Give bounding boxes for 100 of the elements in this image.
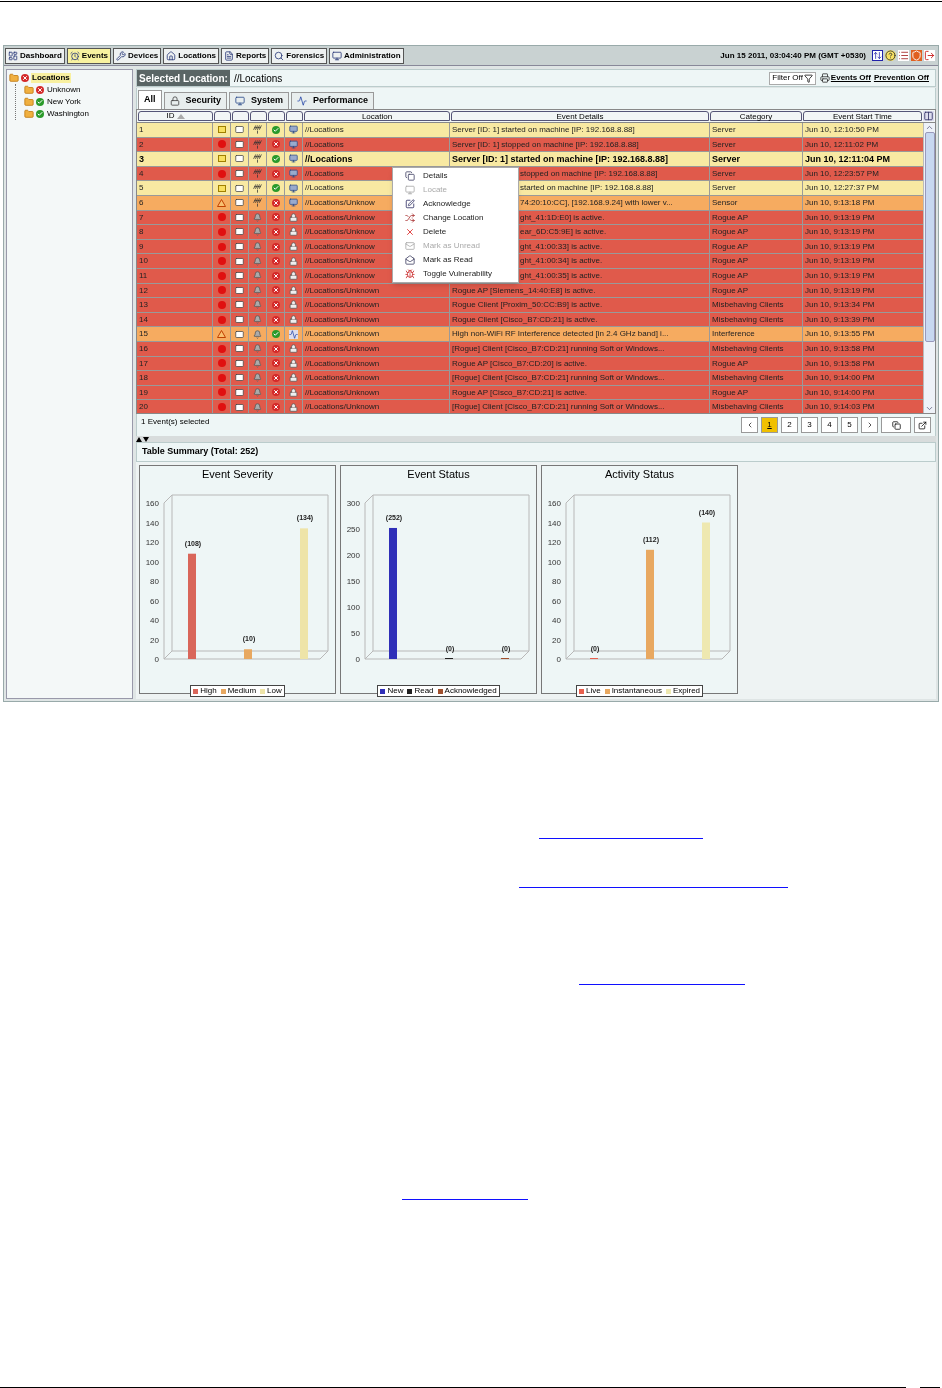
table-cell: 16 xyxy=(137,341,213,356)
table-cell: //Locations/Unknown xyxy=(303,371,450,385)
nav-tab[interactable]: Devices xyxy=(113,47,162,64)
monitor-icon xyxy=(289,154,298,164)
scroll-up-icon[interactable] xyxy=(925,123,934,132)
table-row[interactable]: 1 //Locations Server [ID: 1] started on machine [IP: 192.168.8.88] Server Jun 10, 12:10:50 PM xyxy=(137,123,923,138)
tree-item[interactable]: Washington xyxy=(46,109,90,119)
monitor-icon xyxy=(332,50,343,61)
graph-icon xyxy=(297,96,308,106)
table-cell-text: Jun 10, 9:13:58 PM xyxy=(804,357,876,370)
column-header[interactable] xyxy=(268,111,285,121)
table-cell: Rogue AP xyxy=(710,225,803,239)
copy-icon xyxy=(405,171,415,181)
table-row[interactable]: 20 //Locations/Unknown [Rogue] Client [Cisco_B7:CD:21] running Soft or Windows... Misbehaving Clients Jun 10, 9:14:03 PM xyxy=(137,400,923,413)
bar xyxy=(243,649,252,659)
table-row[interactable]: 13 //Locations/Unknown Rogue Client [Proxim_50:CC:B9] is active. Misbehaving Clients Jun 10, 9:13:34 PM xyxy=(137,298,923,313)
arrows-icon[interactable] xyxy=(872,50,883,61)
scrollbar-thumb[interactable] xyxy=(924,132,935,342)
table-row[interactable]: 3 //Locations Server [ID: 1] started on machine [IP: 192.168.8.88] Server Jun 10, 12:11:04 PM xyxy=(137,152,923,167)
page-button[interactable]: 5 xyxy=(841,417,858,433)
column-header[interactable] xyxy=(286,111,303,121)
cross-icon xyxy=(405,227,415,237)
axis-tick-label: 80 xyxy=(551,577,561,586)
page-button[interactable]: 2 xyxy=(781,417,798,433)
axis-tick-label: 80 xyxy=(149,577,159,586)
help-icon[interactable] xyxy=(885,50,896,61)
previous-page-button[interactable] xyxy=(741,417,758,433)
table-cell: //Locations/Unknown xyxy=(303,400,450,413)
filter-button[interactable]: Filter Off xyxy=(769,71,816,85)
chart-title: Event Severity xyxy=(202,467,273,481)
prevention-link[interactable]: Prevention Off xyxy=(873,72,929,84)
table-row[interactable]: 18 //Locations/Unknown [Rogue] Client [Cisco_B7:CD:21] running Soft or Windows... Misbehaving Clients Jun 10, 9:14:00 PM xyxy=(137,371,923,386)
lock-icon xyxy=(289,212,298,222)
list-icon[interactable] xyxy=(898,50,909,61)
legend-label: Read xyxy=(414,686,434,696)
nav-tab[interactable]: Dashboard xyxy=(5,47,65,64)
tree-item[interactable]: Unknown xyxy=(46,85,82,95)
column-header[interactable]: ID xyxy=(138,111,213,121)
table-cell: 19 xyxy=(137,385,213,400)
tree-item[interactable]: Locations xyxy=(31,73,71,83)
events-link[interactable]: Events Off xyxy=(830,72,871,84)
scrollbar[interactable] xyxy=(923,123,935,413)
axis-tick-label: 0 xyxy=(154,655,159,664)
shield-icon[interactable] xyxy=(911,50,922,61)
document-icon xyxy=(224,50,235,61)
table-cell: 18 xyxy=(137,371,213,385)
shuffle-icon xyxy=(405,213,415,223)
table-cell: Rogue AP xyxy=(710,268,803,283)
column-chooser-icon[interactable] xyxy=(923,111,934,121)
selection-status: 1 Event(s) selected xyxy=(141,416,210,428)
column-header[interactable] xyxy=(214,111,231,121)
scroll-down-icon[interactable] xyxy=(925,404,934,413)
table-cell: Rogue AP xyxy=(710,385,803,400)
column-header[interactable] xyxy=(232,111,249,121)
copy-button[interactable] xyxy=(881,417,911,433)
table-cell: 6 xyxy=(137,195,213,210)
column-header[interactable] xyxy=(250,111,267,121)
summary-title: Table Summary (Total: 252) xyxy=(142,445,259,459)
nav-tab[interactable]: Reports xyxy=(221,47,270,64)
export-icon xyxy=(918,420,927,430)
table-cell: Server xyxy=(710,152,803,166)
page-button[interactable]: 1 xyxy=(761,417,778,433)
lock-icon xyxy=(289,271,298,281)
page-button[interactable]: 3 xyxy=(801,417,818,433)
event-tab[interactable]: System xyxy=(229,92,290,109)
event-tab[interactable]: Security xyxy=(163,92,228,109)
table-cell: Misbehaving Clients xyxy=(710,371,803,385)
table-cell: //Locations/Unknown xyxy=(303,341,450,356)
event-tab[interactable]: All xyxy=(138,90,162,109)
table-cell: 10 xyxy=(137,254,213,268)
nav-tab[interactable]: Locations xyxy=(163,47,220,64)
nav-tab[interactable]: Administration xyxy=(329,47,404,64)
folder-icon xyxy=(24,85,34,95)
nav-tab[interactable]: Events xyxy=(66,47,112,64)
page-button[interactable]: 4 xyxy=(821,417,838,433)
column-header[interactable]: Location xyxy=(304,111,450,121)
export-button[interactable] xyxy=(914,417,931,433)
column-header[interactable]: Category xyxy=(710,111,802,121)
event-tab[interactable]: Performance xyxy=(291,92,375,109)
table-row[interactable]: 15 //Locations/Unknown High non-WiFi RF Interference detected [in 2.4 GHz band] i... Interference Jun 10, 9:13:55 PM xyxy=(137,327,923,342)
next-page-button[interactable] xyxy=(861,417,878,433)
printer-icon[interactable] xyxy=(819,73,830,83)
legend-label: Medium xyxy=(227,686,257,696)
search-icon xyxy=(274,50,285,61)
square-icon xyxy=(217,126,226,134)
tree-item[interactable]: New York xyxy=(46,97,82,107)
legend-label: Low xyxy=(267,686,282,696)
column-header[interactable]: Event Details xyxy=(451,111,709,121)
lock-icon xyxy=(289,402,298,412)
table-cell: Rogue AP xyxy=(710,254,803,268)
splitter-arrows-icon[interactable] xyxy=(136,436,150,442)
column-header[interactable]: Event Start Time xyxy=(803,111,922,121)
table-cell-text: High non-WiFi RF Interference detected [in 2.4 GHz band] i... xyxy=(451,328,670,341)
legend-label: New xyxy=(387,686,404,696)
table-cell-text: stopped on machine [IP: 192.168.8.88] xyxy=(519,167,659,180)
exit-icon[interactable] xyxy=(924,50,935,61)
table-cell: //Locations/Unknown xyxy=(303,298,450,312)
table-cell: Rogue AP xyxy=(710,210,803,225)
legend-label: High xyxy=(200,686,217,696)
nav-tab[interactable]: Forensics xyxy=(271,47,328,64)
